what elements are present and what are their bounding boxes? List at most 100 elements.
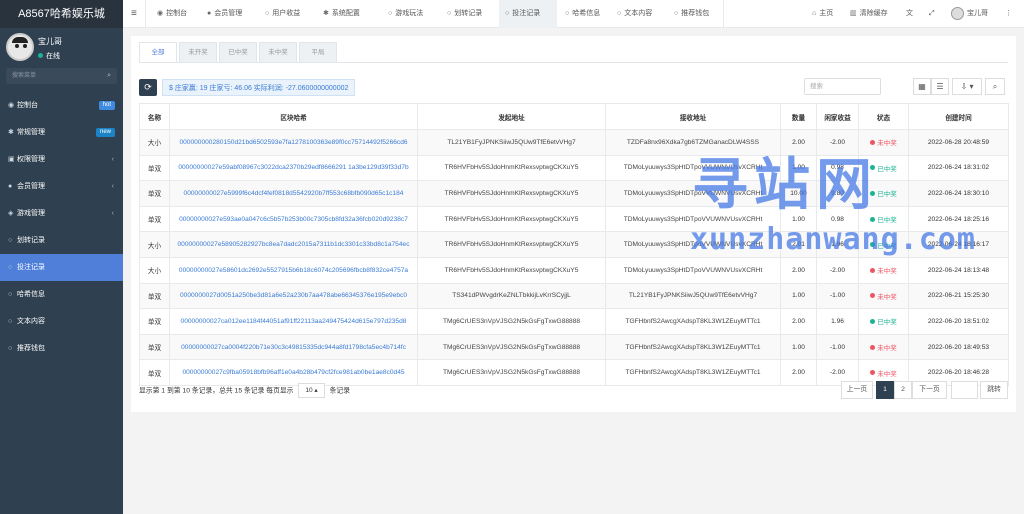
sidebar-item-3[interactable]: ● 会员管理 ‹ <box>0 173 123 200</box>
game-name: 单双 <box>139 282 170 310</box>
pagination-info: 显示第 1 到第 10 条记录，总共 15 条记录 每页显示 10 ▴ 条记录 <box>139 383 350 399</box>
page-2-button[interactable]: 2 <box>894 381 912 399</box>
tab-icon: ○ <box>265 10 270 17</box>
block-hash-link[interactable]: 00000000027e5999f6c4dcf4fef0818d5542920b… <box>169 180 418 207</box>
filter-tab-4[interactable]: 平局 <box>299 42 337 62</box>
fullscreen-button[interactable]: ⤢ <box>929 0 935 28</box>
search-icon[interactable]: ⌕ <box>107 72 111 80</box>
table-search-input[interactable] <box>805 79 880 94</box>
table-row[interactable]: 单双 00000000027e5999f6c4dcf4fef0818d554292… <box>139 180 1009 207</box>
export-button[interactable]: ⇩ ▾ <box>952 78 982 95</box>
table-row[interactable]: 大小 000000000280150d21bd6502593e7fa1278100… <box>139 129 1009 156</box>
table-row[interactable]: 单双 00000000027ca012ee1184f44051af91ff2211… <box>139 308 1009 335</box>
user-menu[interactable]: 宝儿哥 <box>951 0 988 28</box>
top-tab-5[interactable]: ○ 划转记录 <box>441 0 497 28</box>
tab-icon: ● <box>207 10 212 17</box>
amount: 2.01 <box>780 231 817 258</box>
translate-button[interactable]: 文 <box>906 0 913 28</box>
filter-tab-0[interactable]: 全部 <box>139 42 177 62</box>
sidebar-item-1[interactable]: ✱ 常规管理 new <box>0 119 123 146</box>
page-1-button[interactable]: 1 <box>876 381 894 399</box>
block-hash-link[interactable]: 0000000027d0051a250be3d81a6e52a230b7aa47… <box>169 282 418 310</box>
filter-tab-2[interactable]: 已中奖 <box>219 42 257 62</box>
top-tab-0[interactable]: ◉ 控制台 <box>151 0 197 28</box>
trash-icon: ▥ <box>850 10 857 17</box>
sidebar-item-label: 控制台 <box>17 102 38 109</box>
sidebar-item-0[interactable]: ◉ 控制台 hot <box>0 92 123 119</box>
status-badge: 已中奖 <box>858 205 909 233</box>
status-dot-icon <box>870 165 876 171</box>
column-header[interactable]: 数量 <box>780 103 817 130</box>
sidebar-item-4[interactable]: ◈ 游戏管理 ‹ <box>0 200 123 227</box>
block-hash-link[interactable]: 00000000027e58905282927bc8ea7dadc2015a73… <box>169 231 418 258</box>
tab-label: 投注记录 <box>512 10 541 17</box>
menu-toggle-icon[interactable]: ≡ <box>131 0 137 28</box>
sidebar-item-2[interactable]: ▣ 权限管理 ‹ <box>0 146 123 173</box>
goto-page-input[interactable] <box>951 381 978 399</box>
columns-toggle-button[interactable]: ▦ <box>913 78 931 95</box>
column-header[interactable]: 发起地址 <box>417 103 606 130</box>
main-panel: 全部 未开奖 已中奖 未中奖 平局 ⟳ $ 庄家赢: 19 庄家亏: 46.06 实际利… <box>131 36 1016 412</box>
tab-icon: ○ <box>617 10 622 17</box>
column-header[interactable]: 名称 <box>139 103 170 130</box>
from-address: TMg6CrUES3nVpVJSG2N5kGsFgTxwG88888 <box>417 333 606 361</box>
profit-summary: $ 庄家赢: 19 庄家亏: 46.06 实际利润: -27.060000000… <box>162 79 356 96</box>
top-tab-6[interactable]: ○ 投注记录 <box>499 0 557 28</box>
tab-icon: ◉ <box>157 10 164 17</box>
table-row[interactable]: 单双 00000000027ca0004f220b71e30c3c49815335… <box>139 333 1009 361</box>
block-hash-link[interactable]: 00000000027ca0004f220b71e30c3c49815335dc… <box>169 333 418 361</box>
top-tab-3[interactable]: ✱ 系统配置 <box>317 0 379 28</box>
next-page-button[interactable]: 下一页 <box>912 381 947 399</box>
advanced-search-button[interactable]: ⌕ <box>985 78 1005 95</box>
circle-icon: ○ <box>8 264 13 271</box>
view-toggle-button[interactable]: ☰ <box>931 78 949 95</box>
page-size-select[interactable]: 10 ▴ <box>298 383 325 398</box>
top-tab-8[interactable]: ○ 文本内容 <box>611 0 666 28</box>
sidebar-item-6[interactable]: ○ 投注记录 <box>0 254 123 281</box>
block-hash-link[interactable]: 00000000027c9fba05918bfb96aff1e0a4b28b47… <box>169 359 418 386</box>
block-hash-link[interactable]: 00000000027e58601dc2692e5527915b6b18c607… <box>169 256 418 284</box>
clear-cache-button[interactable]: ▥ 清除缓存 <box>850 0 888 28</box>
tab-icon: ○ <box>565 10 570 17</box>
refresh-button[interactable]: ⟳ <box>139 79 157 96</box>
block-hash-link[interactable]: 00000000027e593ae0a047c6c5b57b253b00c730… <box>169 205 418 233</box>
to-address: TDMoLyuuwys3SpHtDTpoVVUWNVUsvXCRHt <box>605 231 781 258</box>
column-header[interactable]: 闲家收益 <box>816 103 859 130</box>
table-row[interactable]: 单双 0000000027d0051a250be3d81a6e52a230b7aa… <box>139 282 1009 310</box>
game-name: 单双 <box>139 205 170 233</box>
home-button[interactable]: ⌂ 主页 <box>812 0 833 28</box>
sidebar-item-label: 常规管理 <box>17 129 45 136</box>
top-tab-4[interactable]: ○ 游戏玩法 <box>382 0 438 28</box>
filter-tab-1[interactable]: 未开奖 <box>179 42 217 62</box>
prev-page-button[interactable]: 上一页 <box>841 381 873 399</box>
sidebar-item-9[interactable]: ○ 推荐钱包 <box>0 335 123 362</box>
column-header[interactable]: 区块哈希 <box>169 103 418 130</box>
tab-icon: ○ <box>388 10 393 17</box>
column-header[interactable]: 状态 <box>858 103 909 130</box>
top-tab-2[interactable]: ○ 用户收益 <box>259 0 315 28</box>
table-row[interactable]: 单双 00000000027e593ae0a047c6c5b57b253b00c7… <box>139 205 1009 233</box>
table-row[interactable]: 大小 00000000027e58905282927bc8ea7dadc2015a… <box>139 231 1009 258</box>
brand-title[interactable]: A8567哈希娱乐城 <box>0 0 123 28</box>
sidebar-item-8[interactable]: ○ 文本内容 <box>0 308 123 335</box>
top-tab-7[interactable]: ○ 哈希信息 <box>559 0 609 28</box>
avatar[interactable] <box>6 33 34 61</box>
block-hash-link[interactable]: 00000000027ca012ee1184f44051af91ff22113a… <box>169 308 418 335</box>
jump-button[interactable]: 跳转 <box>980 381 1008 399</box>
status-dot-icon <box>870 216 876 222</box>
player-profit: 1.96 <box>816 231 859 258</box>
column-header[interactable]: 接收地址 <box>605 103 781 130</box>
column-header[interactable]: 创建时间 <box>908 103 1009 130</box>
top-tab-9[interactable]: ○ 推荐钱包 <box>668 0 718 28</box>
top-tab-1[interactable]: ● 会员管理 <box>201 0 257 28</box>
block-hash-link[interactable]: 000000000280150d21bd6502593e7fa127810036… <box>169 129 418 156</box>
sidebar-item-5[interactable]: ○ 划转记录 <box>0 227 123 254</box>
more-button[interactable]: ⋮ <box>1005 0 1012 28</box>
user-name: 宝儿哥 <box>38 37 62 46</box>
sidebar-search-input[interactable] <box>6 68 117 84</box>
filter-tab-3[interactable]: 未中奖 <box>259 42 297 62</box>
table-row[interactable]: 大小 00000000027e58601dc2692e5527915b6b18c6… <box>139 256 1009 284</box>
block-hash-link[interactable]: 00000000027e59abf08967c3022dca2370b29edf… <box>169 154 418 182</box>
sidebar-item-7[interactable]: ○ 哈希信息 <box>0 281 123 308</box>
table-row[interactable]: 单双 00000000027e59abf08967c3022dca2370b29e… <box>139 154 1009 182</box>
